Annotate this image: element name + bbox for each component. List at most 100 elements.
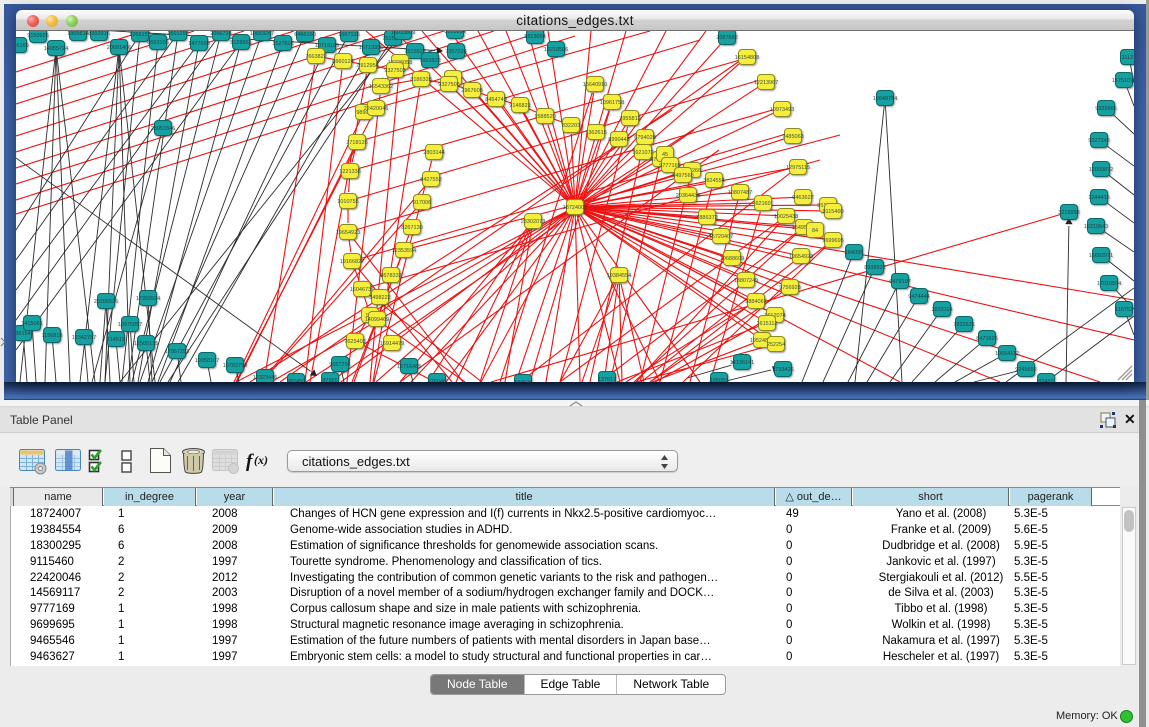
svg-text:7485063: 7485063 [782, 134, 803, 140]
svg-text:8454749: 8454749 [485, 97, 506, 103]
svg-text:1527602: 1527602 [272, 41, 293, 47]
svg-text:(x): (x) [254, 453, 268, 467]
svg-text:19654923: 19654923 [336, 230, 360, 236]
svg-text:9327508: 9327508 [438, 82, 459, 88]
svg-text:114519: 114519 [107, 337, 125, 343]
svg-text:12093872: 12093872 [1089, 167, 1113, 173]
svg-text:10975857: 10975857 [118, 322, 142, 328]
svg-text:84: 84 [812, 228, 818, 234]
svg-text:8990448: 8990448 [608, 137, 629, 143]
svg-text:9699695: 9699695 [822, 238, 843, 244]
svg-text:8813054: 8813054 [444, 31, 465, 35]
svg-text:10654112: 10654112 [995, 351, 1019, 357]
svg-text:2718126: 2718126 [346, 140, 367, 146]
svg-text:976046: 976046 [428, 379, 446, 382]
svg-text:2096724: 2096724 [210, 31, 231, 37]
svg-text:16648784: 16648784 [873, 96, 897, 102]
svg-text:10961758: 10961758 [600, 100, 624, 106]
svg-text:9884067: 9884067 [745, 299, 766, 305]
svg-text:17957253: 17957253 [165, 349, 189, 355]
svg-text:15720407: 15720407 [709, 234, 733, 240]
svg-text:7955812: 7955812 [619, 116, 640, 122]
svg-text:15751074: 15751074 [1112, 78, 1134, 84]
svg-text:10653267: 10653267 [250, 31, 274, 37]
svg-text:87965: 87965 [322, 378, 337, 382]
svg-text:917006: 917006 [413, 200, 431, 206]
svg-text:12975115: 12975115 [786, 165, 810, 171]
svg-text:8186328: 8186328 [410, 77, 431, 83]
svg-text:1615112: 1615112 [756, 321, 777, 327]
svg-text:2967608: 2967608 [461, 88, 482, 94]
svg-text:982450: 982450 [287, 379, 305, 382]
svg-text:16713355: 16713355 [359, 45, 383, 51]
svg-text:7886372: 7886372 [696, 215, 717, 221]
svg-text:8663105: 8663105 [147, 40, 168, 46]
svg-text:8813054: 8813054 [524, 34, 545, 40]
svg-text:1588520: 1588520 [534, 114, 555, 120]
svg-text:6497568: 6497568 [672, 173, 693, 179]
svg-text:1362615: 1362615 [585, 130, 606, 136]
svg-text:7357224: 7357224 [445, 49, 466, 55]
svg-text:10973493: 10973493 [770, 107, 794, 113]
svg-text:165082: 165082 [710, 378, 728, 382]
svg-text:19654923: 19654923 [789, 254, 813, 260]
svg-text:2933114: 2933114 [931, 307, 952, 313]
svg-text:20364436: 20364436 [676, 193, 700, 199]
svg-text:7663822: 7663822 [305, 54, 326, 60]
svg-text:104523: 104523 [514, 380, 532, 382]
svg-text:9327503: 9327503 [384, 68, 405, 74]
svg-text:7932621: 7932621 [953, 322, 974, 328]
svg-text:f: f [246, 451, 254, 472]
svg-text:2803144: 2803144 [423, 150, 444, 156]
svg-text:10958107: 10958107 [195, 358, 219, 364]
svg-text:8427552: 8427552 [420, 177, 441, 183]
svg-text:7663822: 7663822 [419, 58, 440, 64]
svg-text:17359934: 17359934 [136, 296, 160, 302]
svg-text:1601297: 1601297 [167, 31, 188, 37]
svg-text:164095: 164095 [845, 250, 863, 256]
svg-text:10807487: 10807487 [728, 190, 752, 196]
svg-text:8938921: 8938921 [864, 265, 885, 271]
svg-text:9150926: 9150926 [27, 33, 48, 39]
svg-text:9329966: 9329966 [1095, 106, 1116, 112]
svg-text:6479197: 6479197 [889, 279, 910, 285]
svg-text:116753: 116753 [1115, 307, 1133, 313]
svg-text:14055724: 14055724 [44, 46, 68, 52]
svg-text:19218506: 19218506 [544, 47, 568, 53]
svg-text:17016504: 17016504 [1097, 281, 1121, 287]
svg-text:6466160: 6466160 [294, 32, 315, 38]
svg-text:3824554: 3824554 [703, 178, 724, 184]
svg-text:1266153: 1266153 [129, 32, 150, 38]
svg-text:39154: 39154 [16, 331, 31, 337]
svg-text:9245652: 9245652 [1015, 367, 1036, 373]
svg-text:92450: 92450 [1038, 379, 1053, 382]
svg-text:8471626: 8471626 [976, 336, 997, 342]
svg-text:1415061: 1415061 [21, 321, 42, 327]
svg-text:137617: 137617 [598, 377, 616, 382]
svg-text:9146821: 9146821 [509, 103, 530, 109]
svg-text:9657791: 9657791 [329, 362, 350, 368]
svg-text:16154808: 16154808 [735, 55, 759, 61]
svg-text:23053346: 23053346 [151, 126, 175, 132]
svg-text:19166827: 19166827 [340, 259, 364, 265]
svg-text:10025438: 10025438 [774, 214, 798, 220]
svg-text:1477696: 1477696 [188, 41, 209, 47]
svg-text:22420046: 22420046 [364, 106, 388, 112]
svg-text:10688609: 10688609 [720, 256, 744, 262]
svg-text:16543362: 16543362 [369, 84, 393, 90]
svg-text:9474444: 9474444 [908, 294, 929, 300]
svg-text:2087682: 2087682 [716, 35, 737, 41]
svg-text:8678332: 8678332 [380, 273, 401, 279]
svg-text:18724007: 18724007 [563, 205, 587, 211]
svg-text:12213967: 12213967 [754, 80, 778, 86]
svg-text:1621072: 1621072 [632, 150, 653, 156]
svg-text:1010755: 1010755 [337, 199, 358, 205]
svg-text:9115460: 9115460 [822, 209, 843, 215]
svg-text:1667135: 1667135 [338, 32, 359, 38]
svg-text:15692971: 15692971 [1089, 253, 1113, 259]
svg-text:1244415: 1244415 [1088, 195, 1109, 201]
svg-text:12505135: 12505135 [134, 341, 158, 347]
svg-text:6794028: 6794028 [634, 135, 655, 141]
svg-text:8267130: 8267130 [401, 225, 422, 231]
svg-text:12323446: 12323446 [253, 375, 277, 381]
